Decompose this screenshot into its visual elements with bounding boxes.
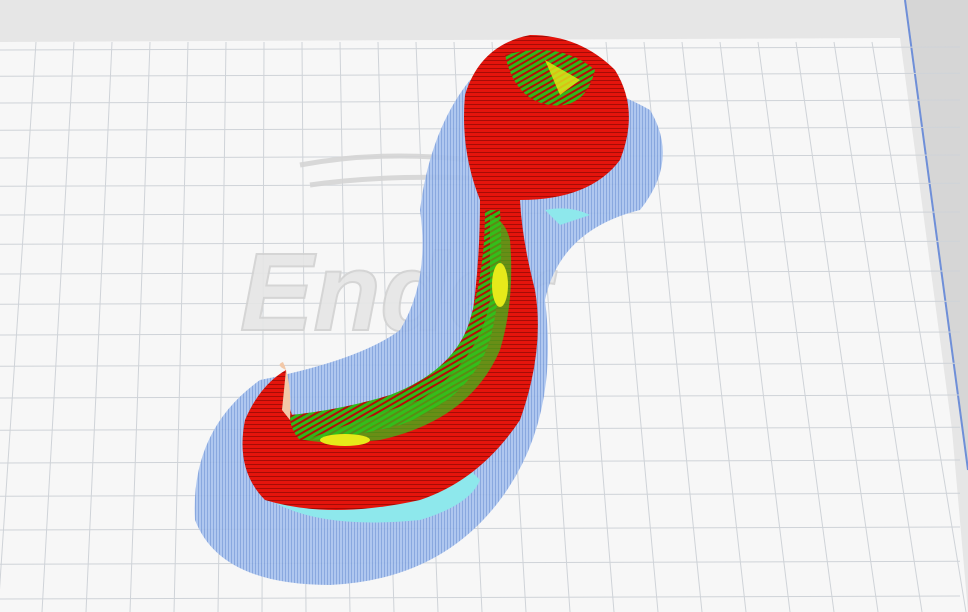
build-plate-scene[interactable]: Ender: [0, 0, 968, 612]
3d-viewport[interactable]: Ender: [0, 0, 968, 612]
top-skin: [492, 263, 508, 307]
top-skin: [320, 434, 370, 446]
